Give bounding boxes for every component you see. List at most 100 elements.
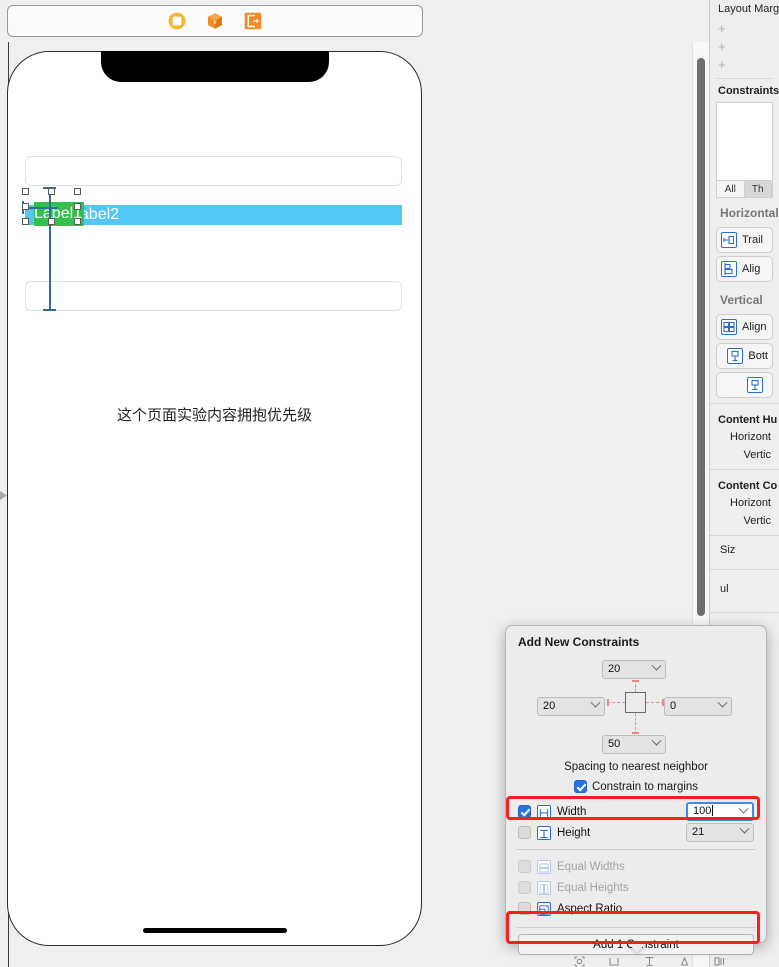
- constrain-to-margins-row[interactable]: Constrain to margins: [506, 780, 766, 793]
- selection-handle[interactable]: [22, 188, 29, 195]
- vertical-group-header: Vertical: [720, 293, 763, 307]
- height-constraint-icon: [537, 825, 551, 840]
- width-label: Width: [557, 805, 587, 818]
- constraints-filter-segmented[interactable]: All Th: [716, 180, 773, 198]
- chevron-down-icon: [739, 823, 750, 834]
- tick: [632, 680, 639, 682]
- height-value-select[interactable]: 21: [686, 823, 754, 842]
- iphone-device-frame: Label2 Label1 这个页面实验内容拥抱优先级: [7, 51, 422, 946]
- svg-text:fr: fr: [213, 20, 217, 26]
- selection-handle[interactable]: [74, 188, 81, 195]
- height-checkbox[interactable]: [518, 826, 531, 839]
- view-controller-icon[interactable]: [168, 12, 186, 30]
- selection-handle[interactable]: [48, 218, 55, 225]
- popover-title: Add New Constraints: [518, 635, 640, 649]
- exit-segue-icon[interactable]: [244, 12, 262, 30]
- spacing-bottom-select[interactable]: 50: [602, 735, 666, 754]
- constraint-target-box: [625, 692, 646, 713]
- constraint-item-label: Trail: [742, 234, 763, 246]
- divider: [710, 403, 779, 404]
- height-constraint-row[interactable]: Height 21: [506, 822, 766, 843]
- content-compression-header: Content Co: [718, 480, 778, 492]
- selection-handle[interactable]: [22, 218, 29, 225]
- align-center-y-icon: [721, 319, 737, 335]
- first-responder-icon[interactable]: fr: [206, 12, 224, 30]
- content-compression-vertical[interactable]: Vertic: [710, 512, 779, 530]
- top-space-icon: [747, 377, 763, 393]
- content-compression-horizontal[interactable]: Horizont: [710, 494, 779, 512]
- chevron-down-icon: [651, 660, 662, 671]
- constrain-to-margins-checkbox[interactable]: [573, 780, 587, 793]
- spacing-right-value: 0: [670, 700, 677, 712]
- pin-icon[interactable]: [713, 955, 726, 967]
- spacing-left-value: 20: [543, 700, 556, 712]
- aspect-ratio-checkbox[interactable]: [518, 902, 531, 915]
- content-hugging-header: Content Hu: [718, 414, 778, 426]
- chevron-down-icon[interactable]: [738, 803, 749, 814]
- selection-handle[interactable]: [22, 203, 29, 210]
- equal-widths-label: Equal Widths: [557, 860, 625, 873]
- add-margin-row[interactable]: +: [710, 20, 779, 38]
- constraint-item-label: Bott: [748, 350, 768, 362]
- body-label[interactable]: 这个页面实验内容拥抱优先级: [8, 404, 421, 425]
- constraint-item-align-y[interactable]: Align: [716, 314, 773, 340]
- constraints-list[interactable]: [716, 102, 773, 180]
- spacing-top-select[interactable]: 20: [602, 660, 666, 679]
- width-value: 100: [693, 805, 712, 817]
- spacing-bottom-value: 50: [608, 738, 621, 750]
- selection-handle[interactable]: [48, 188, 55, 195]
- selection-handle[interactable]: [74, 203, 81, 210]
- constraint-item-bottom[interactable]: Bott: [716, 343, 773, 369]
- size-label: Siz: [720, 544, 736, 556]
- width-constraint-row[interactable]: Width 100: [506, 801, 766, 822]
- equal-heights-row: Equal Heights: [506, 877, 766, 898]
- content-hugging-horizontal[interactable]: Horizont: [710, 428, 779, 446]
- constraint-item-trailing[interactable]: Trail: [716, 227, 773, 253]
- filter-all-button[interactable]: All: [717, 181, 745, 197]
- add-new-constraints-popover[interactable]: Add New Constraints 20 20 0 50 Spacing t…: [505, 625, 767, 955]
- constraint-item-align-x[interactable]: Alig: [716, 256, 773, 282]
- resolve-auto-layout-icon[interactable]: [678, 955, 691, 967]
- device-notch: [100, 51, 329, 82]
- trailing-space-icon: [721, 232, 737, 248]
- home-indicator: [142, 928, 287, 933]
- embed-in-icon[interactable]: [608, 955, 621, 967]
- add-margin-row[interactable]: +: [710, 38, 779, 56]
- dash-guide-bottom: [635, 713, 636, 734]
- equal-heights-icon: [537, 880, 551, 895]
- equal-heights-label: Equal Heights: [557, 881, 629, 894]
- equal-heights-checkbox: [518, 881, 531, 894]
- spacing-right-select[interactable]: 0: [664, 697, 732, 716]
- chevron-down-icon: [590, 697, 601, 708]
- bottom-space-icon: [727, 348, 744, 364]
- width-constraint-icon: [537, 804, 551, 819]
- aspect-ratio-row[interactable]: Aspect Ratio: [506, 898, 766, 919]
- popover-tail: [626, 942, 648, 952]
- spacing-left-select[interactable]: 20: [537, 697, 605, 716]
- width-value-input[interactable]: 100: [686, 802, 754, 821]
- text-caret: [712, 805, 714, 816]
- equal-widths-checkbox: [518, 860, 531, 873]
- add-margin-row[interactable]: +: [710, 56, 779, 74]
- horizontal-group-header: Horizontal: [720, 206, 779, 220]
- auto-layout-toolbar[interactable]: [555, 955, 779, 967]
- text-field-bottom[interactable]: [25, 281, 402, 311]
- filter-this-button[interactable]: Th: [744, 181, 772, 197]
- update-frames-icon[interactable]: [573, 955, 586, 967]
- spacing-top-value: 20: [608, 663, 621, 675]
- constrain-to-margins-label: Constrain to margins: [591, 780, 699, 793]
- dash-guide-top: [635, 680, 636, 692]
- content-hugging-vertical[interactable]: Vertic: [710, 446, 779, 464]
- width-checkbox[interactable]: [518, 805, 531, 818]
- align-center-x-icon: [721, 261, 737, 277]
- height-value: 21: [692, 826, 705, 838]
- align-icon[interactable]: [643, 955, 656, 967]
- constraint-item-top[interactable]: [716, 372, 773, 398]
- divider: [716, 78, 773, 79]
- constraint-item-label: Alig: [742, 263, 761, 275]
- chevron-down-icon: [717, 697, 728, 708]
- selection-handle[interactable]: [74, 218, 81, 225]
- divider: [710, 535, 779, 536]
- text-field-top[interactable]: [25, 156, 402, 186]
- vertical-scrollbar[interactable]: [697, 58, 705, 616]
